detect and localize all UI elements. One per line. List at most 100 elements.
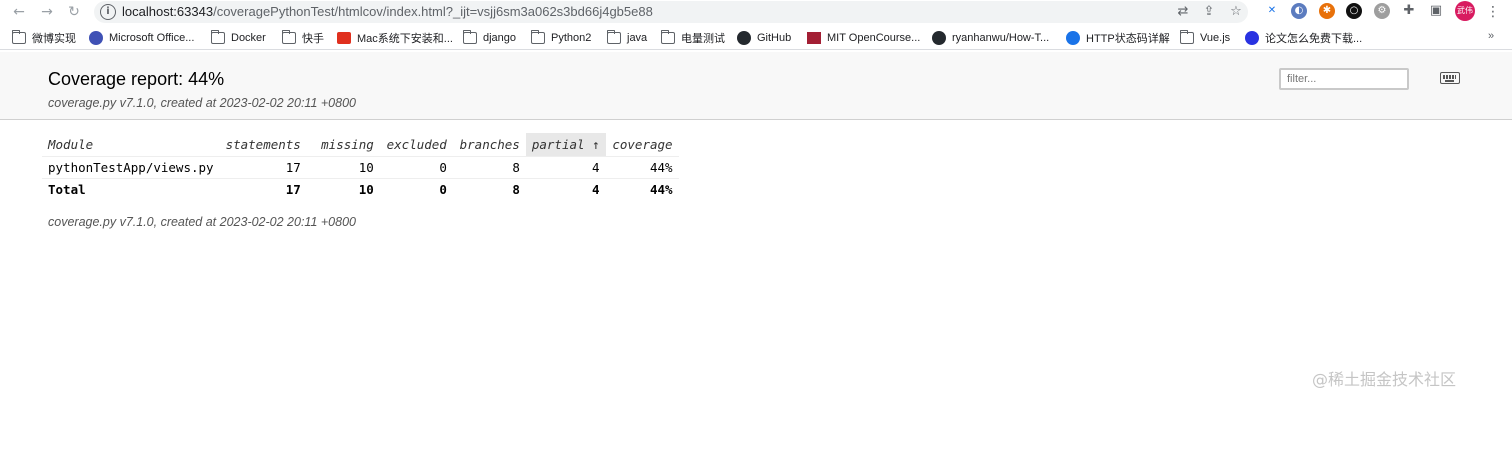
total-branches: 8 [512,181,520,197]
bookmark-label: 电量测试 [681,33,725,45]
column-partial[interactable]: partial ↑ [525,133,606,156]
cell-partial: 4 [525,155,606,179]
coverage-page: Coverage report: 44% coverage.py v7.1.0,… [0,52,1512,452]
folder-icon [660,30,675,44]
column-branches[interactable]: branches [453,133,526,156]
bookmark-item[interactable]: java [606,30,648,46]
bookmark-item[interactable]: Mac系统下安装和... [337,30,453,46]
reload-icon[interactable]: ↻ [65,3,83,21]
bookmark-item[interactable]: GitHub [737,30,791,46]
page-title: Coverage report: 44% [48,69,225,89]
bookmark-item[interactable]: Vue.js [1179,30,1231,46]
extension-compass-icon[interactable]: ◐ [1291,3,1307,19]
address-bar[interactable]: i localhost:63343/coveragePythonTest/htm… [94,1,1248,23]
bookmark-label: MIT OpenCourse... [827,32,921,44]
bookmark-item[interactable]: 快手 [281,30,324,46]
cell-statements: 17 [219,155,307,179]
folder-icon [210,30,225,44]
browser-toolbar: ← → ↻ i localhost:63343/coveragePythonTe… [0,0,1512,24]
extensions-puzzle-icon[interactable]: ✚ [1401,3,1417,19]
folder-icon [462,30,477,44]
cell-missing: 10 [306,155,380,179]
github-icon [932,31,946,45]
forward-arrow-icon[interactable]: → [38,3,56,21]
column-coverage[interactable]: coverage [606,133,679,156]
bookmark-label: Vue.js [1200,32,1231,44]
bookmarks-bar: 微博实现 Microsoft Office... Docker 快手 Mac系统… [0,26,1512,50]
csdn-icon [337,32,351,44]
back-arrow-icon[interactable]: ← [10,3,28,21]
bookmark-item[interactable]: 微博实现 [11,30,76,46]
folder-icon [530,30,545,44]
total-coverage: 44% [650,181,673,197]
extension-orange-icon[interactable]: ✱ [1319,3,1335,19]
bookmark-item[interactable]: Python2 [530,30,592,46]
bookmark-label: HTTP状态码详解 [1086,33,1170,45]
total-missing: 10 [358,181,374,197]
bookmark-star-icon[interactable]: ☆ [1228,4,1244,20]
site-info-icon[interactable]: i [100,4,116,20]
column-missing[interactable]: missing [307,133,380,156]
folder-icon [11,30,26,44]
bookmark-label: 论文怎么免费下载... [1265,33,1363,45]
total-row: Total 17 10 0 8 4 44% [42,178,679,200]
bookmark-item[interactable]: django [462,30,517,46]
total-label: Total [48,181,86,197]
bookmark-label: Docker [231,32,266,44]
side-panel-icon[interactable]: ▣ [1428,3,1444,19]
table-header-row: Module statements missing excluded branc… [42,133,679,156]
report-header: Coverage report: 44% coverage.py v7.1.0,… [0,52,1512,120]
column-module[interactable]: Module [42,133,220,156]
total-excluded: 0 [439,181,447,197]
extension-circle-icon[interactable]: ○ [1346,3,1362,19]
filter-input[interactable] [1279,68,1409,90]
profile-avatar[interactable]: 武伟 [1455,1,1475,21]
bookmark-label: Python2 [551,32,592,44]
module-link[interactable]: pythonTestApp/views.py [42,155,220,179]
bookmark-label: 快手 [302,33,324,45]
column-excluded[interactable]: excluded [380,133,453,156]
github-icon [737,31,751,45]
url-path: /coveragePythonTest/htmlcov/index.html?_… [213,4,653,19]
address-url[interactable]: localhost:63343/coveragePythonTest/htmlc… [122,4,653,19]
bookmark-item[interactable]: Docker [210,30,266,46]
bookmark-item[interactable]: ryanhanwu/How-T... [932,30,1049,46]
watermark-text: @稀土掘金技术社区 [1312,370,1457,389]
folder-icon [606,30,621,44]
column-statements[interactable]: statements [220,133,307,156]
bookmark-item[interactable]: 电量测试 [660,30,725,46]
baidu-icon [1245,31,1259,45]
bookmark-label: Mac系统下安装和... [357,33,453,45]
bookmark-item[interactable]: HTTP状态码详解 [1066,30,1170,46]
bookmark-label: GitHub [757,32,792,44]
bookmark-label: 微博实现 [32,33,76,45]
extension-gear-icon[interactable]: ⚙ [1374,3,1390,19]
mit-icon [807,32,821,44]
keyboard-icon[interactable] [1440,72,1460,84]
browser-menu-icon[interactable]: ⋮ [1486,3,1500,21]
cell-branches: 8 [452,155,526,179]
share-icon[interactable]: ⇪ [1201,4,1217,20]
url-host: localhost:63343 [122,4,214,19]
folder-icon [281,30,296,44]
bookmark-label: django [483,32,517,44]
report-subtitle: coverage.py v7.1.0, created at 2023-02-0… [48,96,356,110]
total-statements: 17 [285,181,301,197]
bookmark-item[interactable]: MIT OpenCourse... [807,30,920,46]
report-footer: coverage.py v7.1.0, created at 2023-02-0… [48,215,356,229]
bookmarks-overflow-button[interactable]: » [1488,30,1494,42]
table-row: pythonTestApp/views.py 17 10 0 8 4 44% [42,155,679,179]
translate-icon[interactable]: ⇄ [1175,4,1191,20]
total-partial: 4 [592,181,600,197]
bookmark-label: Microsoft Office... [109,32,195,44]
extension-x-icon[interactable]: ✕ [1264,3,1280,19]
bookmark-label: ryanhanwu/How-T... [952,32,1050,44]
c-icon [1066,31,1080,45]
bookmark-label: java [627,32,648,44]
cell-excluded: 0 [379,155,453,179]
folder-icon [1179,30,1194,44]
coverage-table: Module statements missing excluded branc… [42,133,679,200]
bookmark-item[interactable]: Microsoft Office... [89,30,194,46]
bookmark-item[interactable]: 论文怎么免费下载... [1245,30,1362,46]
cell-coverage: 44% [605,155,679,179]
